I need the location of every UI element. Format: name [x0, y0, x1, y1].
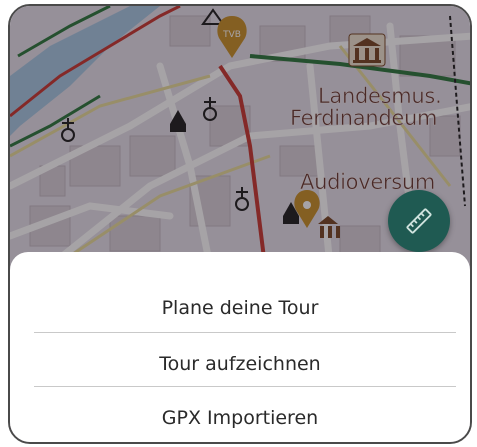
- divider: [34, 332, 456, 333]
- divider: [34, 386, 456, 387]
- ruler-pencil-icon: [406, 208, 432, 234]
- phone-frame: TVB Landesmus. Ferdinandeum Audioversum …: [8, 4, 472, 444]
- plan-tour-fab[interactable]: [388, 190, 450, 252]
- import-gpx-button[interactable]: GPX Importieren: [34, 390, 446, 442]
- bottom-sheet: Plane deine Tour Tour aufzeichnen GPX Im…: [10, 252, 470, 442]
- plan-tour-button[interactable]: Plane deine Tour: [34, 280, 446, 336]
- record-tour-button[interactable]: Tour aufzeichnen: [34, 336, 446, 392]
